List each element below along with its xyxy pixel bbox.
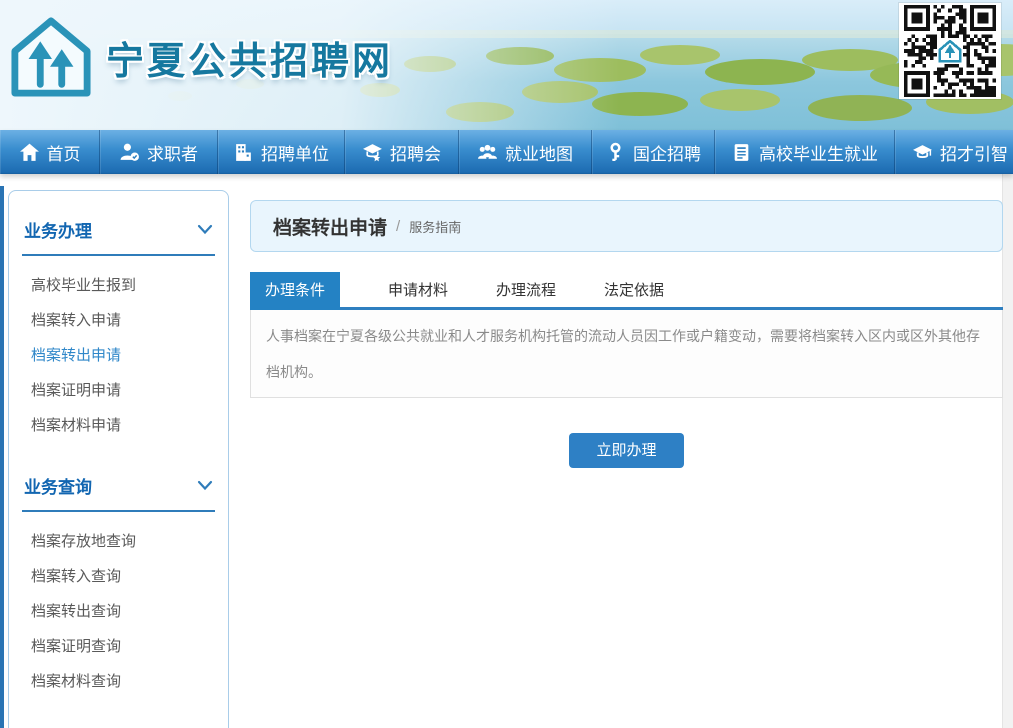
breadcrumb-separator: /: [396, 218, 400, 235]
nav-item-label: 招才引智: [940, 140, 1008, 165]
tab-bar: 办理条件 申请材料 办理流程 法定依据: [250, 272, 1003, 310]
sidebar-item-archive-certificate-query[interactable]: 档案证明查询: [22, 629, 215, 664]
content-area: 业务办理 高校毕业生报到 档案转入申请 档案转出申请 档案证明申请 档案材料申请…: [0, 174, 1013, 728]
qr-code: [899, 3, 1001, 99]
page-subtitle: 服务指南: [409, 217, 461, 236]
tab-handling-conditions[interactable]: 办理条件: [250, 272, 340, 310]
graduate-employment-icon: [731, 142, 752, 163]
sidebar: 业务办理 高校毕业生报到 档案转入申请 档案转出申请 档案证明申请 档案材料申请…: [8, 190, 229, 728]
employment-map-icon: [477, 142, 498, 163]
nav-item-label: 高校毕业生就业: [759, 140, 878, 165]
site-title: 宁夏公共招聘网: [106, 30, 393, 85]
nav-item-label: 首页: [47, 140, 81, 165]
right-gutter: [1002, 174, 1013, 728]
chevron-down-icon: [197, 480, 213, 491]
talent-icon: [912, 142, 933, 163]
sidebar-items: 高校毕业生报到 档案转入申请 档案转出申请 档案证明申请 档案材料申请: [22, 256, 215, 447]
tab-legal-basis[interactable]: 法定依据: [589, 272, 679, 310]
sidebar-section-business-handling: 业务办理 高校毕业生报到 档案转入申请 档案转出申请 档案证明申请 档案材料申请: [9, 217, 228, 447]
soe-recruitment-icon: [605, 142, 626, 163]
job-fair-icon: [362, 142, 383, 163]
page-title: 档案转出申请: [273, 213, 387, 240]
nav-item-employer[interactable]: 招聘单位: [218, 130, 345, 174]
nav-item-graduate-employment[interactable]: 高校毕业生就业: [715, 130, 895, 174]
house-arrows-logo-icon: [10, 16, 92, 98]
action-row: 立即办理: [250, 433, 1003, 468]
site-logo: 宁夏公共招聘网: [10, 16, 393, 98]
nav-item-soe-recruitment[interactable]: 国企招聘: [592, 130, 715, 174]
tab-content-panel: 人事档案在宁夏各级公共就业和人才服务机构托管的流动人员因工作或户籍变动，需要将档…: [250, 310, 1003, 398]
nav-item-label: 招聘会: [390, 140, 441, 165]
nav-item-job-fair[interactable]: 招聘会: [345, 130, 459, 174]
nav-item-home[interactable]: 首页: [0, 130, 100, 174]
sidebar-item-archive-transfer-in-apply[interactable]: 档案转入申请: [22, 303, 215, 338]
main-panel: 档案转出申请 / 服务指南 办理条件 申请材料 办理流程 法定依据 人事档案在宁…: [250, 200, 1003, 468]
sidebar-items: 档案存放地查询 档案转入查询 档案转出查询 档案证明查询 档案材料查询: [22, 512, 215, 703]
sidebar-section-header[interactable]: 业务办理: [22, 217, 215, 256]
employer-icon: [233, 142, 254, 163]
nav-item-employment-map[interactable]: 就业地图: [459, 130, 592, 174]
sidebar-section-business-query: 业务查询 档案存放地查询 档案转入查询 档案转出查询 档案证明查询 档案材料查询: [9, 473, 228, 703]
nav-item-talent[interactable]: 招才引智: [895, 130, 1013, 174]
left-accent-strip: [0, 186, 4, 728]
sidebar-item-graduate-register[interactable]: 高校毕业生报到: [22, 268, 215, 303]
condition-text: 人事档案在宁夏各级公共就业和人才服务机构托管的流动人员因工作或户籍变动，需要将档…: [266, 318, 987, 390]
tab-handling-process[interactable]: 办理流程: [481, 272, 571, 310]
sidebar-section-title: 业务查询: [24, 473, 92, 498]
chevron-down-icon: [197, 224, 213, 235]
sidebar-item-archive-location-query[interactable]: 档案存放地查询: [22, 524, 215, 559]
nav-item-label: 求职者: [147, 140, 198, 165]
sidebar-section-header[interactable]: 业务查询: [22, 473, 215, 512]
home-icon: [19, 142, 40, 163]
sidebar-item-archive-transfer-in-query[interactable]: 档案转入查询: [22, 559, 215, 594]
page-title-bar: 档案转出申请 / 服务指南: [250, 200, 1003, 252]
sidebar-item-archive-transfer-out-query[interactable]: 档案转出查询: [22, 594, 215, 629]
sidebar-item-archive-material-query[interactable]: 档案材料查询: [22, 664, 215, 699]
apply-now-button[interactable]: 立即办理: [569, 433, 683, 468]
nav-item-label: 就业地图: [505, 140, 573, 165]
sidebar-item-archive-certificate-apply[interactable]: 档案证明申请: [22, 373, 215, 408]
nav-item-label: 国企招聘: [633, 140, 701, 165]
nav-item-label: 招聘单位: [261, 140, 329, 165]
sidebar-item-archive-material-apply[interactable]: 档案材料申请: [22, 408, 215, 443]
main-nav: 首页 求职者 招聘单位 招聘会 就业地图 国企招聘 高校毕业生就业: [0, 130, 1013, 174]
nav-item-job-seeker[interactable]: 求职者: [100, 130, 218, 174]
sidebar-section-title: 业务办理: [24, 217, 92, 242]
sidebar-item-archive-transfer-out-apply[interactable]: 档案转出申请: [22, 338, 215, 373]
job-seeker-icon: [119, 142, 140, 163]
tab-application-materials[interactable]: 申请材料: [373, 272, 463, 310]
site-header: 宁夏公共招聘网: [0, 0, 1013, 130]
